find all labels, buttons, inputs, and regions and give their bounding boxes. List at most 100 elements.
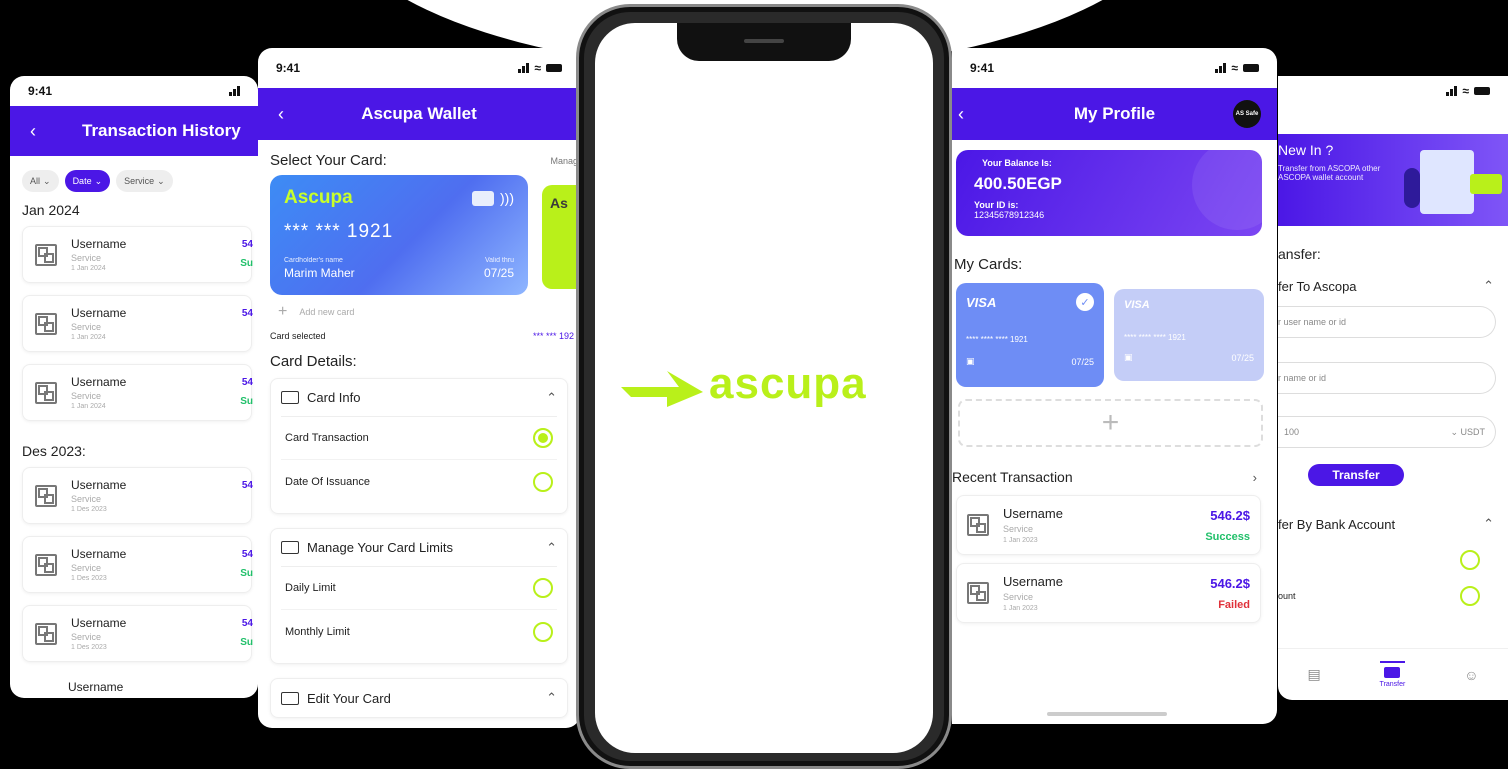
back-button[interactable]: ‹ xyxy=(30,121,36,142)
selected-card[interactable]: Ascupa ))) *** *** 1921 Cardholder's nam… xyxy=(270,175,528,295)
transfer-screen: ≈ New In ? Transfer from ASCOPA other AS… xyxy=(1278,76,1508,700)
wifi-icon: ≈ xyxy=(1462,84,1469,98)
list-item[interactable]: Username Service 1 Jan 2023 546.2$ Failed xyxy=(956,563,1261,623)
home-indicator xyxy=(1047,712,1167,716)
logo-arrow-icon xyxy=(621,371,703,407)
table-row[interactable]: Username Service 1 Jan 2024 54 Su xyxy=(22,226,253,283)
back-button[interactable]: ‹ xyxy=(958,104,964,125)
signal-icon xyxy=(518,63,530,73)
table-row[interactable]: Username Service 1 Jan 2024 54 xyxy=(22,295,253,352)
transfer-by-bank-label: fer By Bank Account xyxy=(1278,516,1396,532)
recent-transaction-label: Recent Transaction xyxy=(952,469,1073,485)
amount: 54 xyxy=(241,239,253,250)
card-brand: As xyxy=(550,195,568,211)
toggle-row[interactable]: Daily Limit xyxy=(281,567,557,610)
manage-link[interactable]: Manag xyxy=(550,156,578,166)
avatar[interactable]: AS Safe xyxy=(1233,100,1261,128)
accordion-header[interactable]: Manage Your Card Limits ⌃ xyxy=(281,529,557,567)
page-title: Ascupa Wallet xyxy=(361,104,477,123)
add-card-button[interactable]: + xyxy=(958,399,1263,447)
username: Username xyxy=(71,375,127,389)
card-carousel[interactable]: Ascupa ))) *** *** 1921 Cardholder's nam… xyxy=(258,175,580,297)
add-card-button[interactable]: + Add new card xyxy=(258,297,580,327)
transfer-section-label: ansfer: xyxy=(1278,246,1321,262)
toggle-row[interactable]: Date Of Issuance xyxy=(281,460,557,503)
recent-transactions-list: Username Service 1 Jan 2023 546.2$ Success Us… xyxy=(952,495,1277,623)
radio-button[interactable] xyxy=(533,471,553,492)
accordion-header[interactable]: Edit Your Card ⌃ xyxy=(281,679,557,717)
table-row[interactable]: Username Service 1 Jan 2024 54 Su xyxy=(22,364,253,421)
table-row[interactable]: Username Service 1 Des 2023 54 Su xyxy=(22,536,253,593)
transfer-icon xyxy=(1384,667,1401,678)
filter-service[interactable]: Service ⌄ xyxy=(116,170,173,192)
month-heading: Jan 2024 xyxy=(22,202,80,218)
toggle-row[interactable]: Monthly Limit xyxy=(281,610,557,653)
user-icon[interactable]: ☺ xyxy=(1464,667,1478,683)
qr-icon xyxy=(967,582,989,604)
currency-select[interactable]: ⌄ USDT xyxy=(1450,427,1485,438)
chevron-up-icon[interactable]: ⌃ xyxy=(546,540,557,556)
toggle-row[interactable]: Card Transaction xyxy=(281,417,557,460)
battery-icon xyxy=(546,64,562,72)
transfer-button[interactable]: Transfer xyxy=(1308,464,1404,486)
my-cards-list: VISA ✓ **** **** **** 1921 ▣ 07/25 VISA **… xyxy=(952,283,1277,387)
chevron-up-icon[interactable]: ⌃ xyxy=(546,690,557,706)
chevron-down-icon: ⌄ xyxy=(157,175,165,186)
filter-date[interactable]: Date ⌄ xyxy=(64,170,111,192)
chevron-down-icon: ⌄ xyxy=(43,175,51,186)
chevron-up-icon[interactable]: ⌃ xyxy=(546,390,557,406)
wallet-icon[interactable]: ▤ xyxy=(1307,666,1320,683)
username-input[interactable]: r user name or id xyxy=(1278,306,1496,338)
table-row[interactable]: Username Service 1 Des 2023 54 Su xyxy=(22,605,253,662)
radio-button[interactable] xyxy=(533,621,553,642)
promo-banner[interactable]: New In ? Transfer from ASCOPA other ASCO… xyxy=(1278,134,1508,226)
radio-button[interactable] xyxy=(1460,586,1480,606)
qr-icon xyxy=(967,514,989,536)
amount-input[interactable]: 100 ⌄ USDT xyxy=(1278,416,1496,448)
name-input[interactable]: r name or id xyxy=(1278,362,1496,394)
service: Service xyxy=(71,494,102,504)
status-badge: Su xyxy=(240,568,253,579)
valid-date: 07/25 xyxy=(483,266,514,280)
bank-option-row[interactable] xyxy=(1278,542,1508,578)
visa-card[interactable]: VISA **** **** **** 1921 ▣ 07/25 xyxy=(1114,289,1264,381)
date: 1 Jan 2024 xyxy=(71,265,106,272)
secondary-card[interactable]: As xyxy=(542,185,580,289)
radio-button[interactable] xyxy=(533,428,553,448)
list-item[interactable]: Username Service 1 Jan 2023 546.2$ Success xyxy=(956,495,1261,555)
service: Service xyxy=(71,632,102,642)
card-selected-value: *** *** 192 xyxy=(532,331,574,341)
history-screen: 9:41 ‹ Transaction History All ⌄ Date ⌄ Se… xyxy=(10,76,258,698)
bank-option-row[interactable]: ount xyxy=(1278,578,1508,614)
chevron-up-icon[interactable]: ⌃ xyxy=(1483,278,1494,294)
nav-transfer[interactable]: Transfer xyxy=(1379,661,1406,688)
radio-button[interactable] xyxy=(1460,550,1480,570)
status-badge: Failed xyxy=(1218,599,1250,611)
filter-all[interactable]: All ⌄ xyxy=(22,170,59,192)
chevron-up-icon[interactable]: ⌃ xyxy=(1483,516,1494,532)
card-valid: 07/25 xyxy=(1071,356,1094,367)
date: 1 Jan 2023 xyxy=(1003,537,1038,544)
my-cards-label: My Cards: xyxy=(954,256,1023,273)
back-button[interactable]: ‹ xyxy=(278,104,284,125)
plus-icon: + xyxy=(1101,406,1120,439)
table-row[interactable]: Username Service 1 Des 2023 54 xyxy=(22,467,253,524)
card-valid: 07/25 xyxy=(1231,352,1254,363)
amount: 54 xyxy=(241,308,253,319)
amount: 54 xyxy=(241,618,253,629)
card-brand: VISA xyxy=(966,294,997,310)
chevron-right-icon[interactable]: › xyxy=(1253,470,1257,485)
phone-frame: ascupa xyxy=(576,4,952,769)
service: Service xyxy=(1003,592,1034,602)
accordion-header[interactable]: Card Info ⌃ xyxy=(281,379,557,417)
card-details-label: Card Details: xyxy=(270,353,357,370)
visa-card-selected[interactable]: VISA ✓ **** **** **** 1921 ▣ 07/25 xyxy=(956,283,1104,387)
accordion-3: Edit Your Card ⌃ xyxy=(270,678,568,718)
wallet-status-bar: 9:41 ≈ xyxy=(258,48,580,88)
qr-icon xyxy=(35,243,57,266)
status-badge: Su xyxy=(240,637,253,648)
qr-icon xyxy=(35,381,57,404)
radio-button[interactable] xyxy=(533,578,553,598)
contactless-icon: ))) xyxy=(500,190,514,206)
balance-card: Your Balance Is: 400.50EGP Your ID is: 1… xyxy=(956,150,1262,236)
